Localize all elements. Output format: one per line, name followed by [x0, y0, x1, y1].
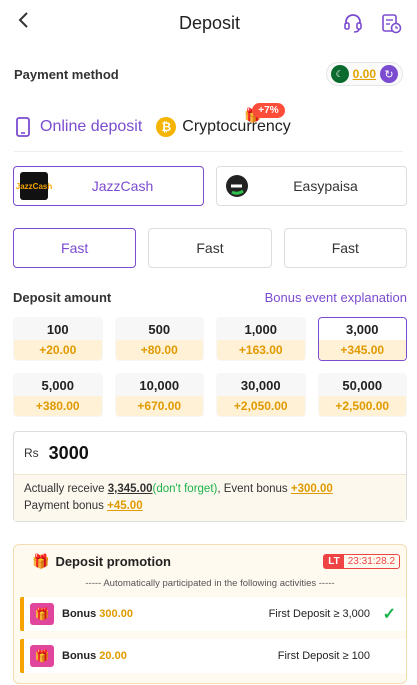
promotion-title: Deposit promotion	[55, 554, 171, 569]
amount-bonus: +80.00	[115, 340, 203, 360]
amount-bonus: +345.00	[318, 340, 406, 360]
tab-online-deposit[interactable]: Online deposit	[14, 116, 156, 138]
phone-icon	[16, 116, 30, 137]
deposit-promotion-card: 🎁 Deposit promotion LT 23:31:28.2 ----- …	[13, 544, 407, 684]
amount-option[interactable]: 1,000 +163.00	[216, 317, 306, 361]
amount-option[interactable]: 30,000 +2,050.00	[216, 373, 306, 417]
row-bonus-label: Bonus	[62, 608, 97, 620]
promotion-row: 🎁 Bonus 300.00 First Deposit ≥ 3,000 ✓	[20, 597, 406, 631]
amount-value: 30,000	[240, 377, 281, 393]
speed-option[interactable]: Fast	[13, 228, 137, 268]
tab-cryptocurrency-label: Cryptocurrency	[182, 117, 291, 135]
receive-amount: 3,345.00	[107, 483, 153, 495]
amount-bonus: +20.00	[14, 340, 102, 360]
headset-icon	[344, 14, 362, 33]
crypto-bonus-badge: +7%	[252, 102, 285, 118]
history-button[interactable]	[379, 11, 403, 35]
payment-bonus-prefix: Payment bonus	[24, 500, 108, 512]
history-icon	[382, 14, 402, 34]
tab-online-deposit-label: Online deposit	[40, 117, 143, 135]
balance-value: 0.00	[352, 67, 376, 81]
refresh-icon[interactable]: ↻	[380, 65, 398, 83]
amount-option[interactable]: 5,000 +380.00	[13, 373, 103, 417]
support-button[interactable]	[341, 11, 365, 35]
amount-option[interactable]: 500 +80.00	[114, 317, 204, 361]
amount-value: 50,000	[342, 377, 383, 393]
payment-method-label: Payment method	[14, 66, 119, 82]
amount-value: 100	[46, 321, 69, 337]
currency-label: Rs	[24, 446, 39, 460]
bonus-explanation-link[interactable]: Bonus event explanation	[265, 290, 407, 305]
event-bonus-value: +300.00	[290, 483, 333, 495]
row-condition: First Deposit ≥ 3,000	[268, 608, 370, 620]
amount-value: 10,000	[139, 377, 180, 393]
row-bonus-value: 300.00	[99, 608, 133, 620]
amount-value: 3,000	[345, 321, 379, 337]
amount-bonus: +380.00	[14, 396, 102, 416]
jazzcash-logo: JazzCash	[16, 172, 52, 200]
receive-prefix: Actually receive	[24, 483, 108, 495]
method-easypaisa-label: Easypaisa	[293, 178, 358, 194]
receive-note: (don't forget)	[152, 483, 218, 495]
timer-value: 23:31:28.2	[347, 556, 395, 567]
deposit-tabs: Online deposit ₿ Cryptocurrency 🎁 +7%	[14, 102, 403, 152]
promotion-row: 🎁 Bonus 20.00 First Deposit ≥ 100	[20, 639, 406, 673]
amount-option[interactable]: 10,000 +670.00	[114, 373, 204, 417]
speed-option[interactable]: Fast	[148, 228, 272, 268]
promotion-note: ----- Automatically participated in the …	[85, 578, 335, 589]
payment-bonus-value: +45.00	[107, 500, 143, 512]
gift-icon: 🎁	[32, 553, 50, 569]
page-title: Deposit	[178, 12, 241, 33]
method-easypaisa[interactable]: Easypaisa	[216, 166, 407, 206]
amount-input[interactable]	[48, 442, 349, 464]
speed-option[interactable]: Fast	[283, 228, 407, 268]
method-jazzcash[interactable]: JazzCash JazzCash	[13, 166, 204, 206]
row-condition: First Deposit ≥ 100	[277, 650, 370, 662]
deposit-amount-box: Rs Actually receive 3,345.00(don't forge…	[13, 431, 407, 522]
promotion-timer: LT 23:31:28.2	[323, 554, 400, 569]
amount-value: 500	[148, 321, 171, 337]
receive-summary: Actually receive 3,345.00(don't forget),…	[14, 474, 406, 521]
amount-grid: 100 +20.00 500 +80.00 1,000 +163.00 3,000 +3…	[0, 305, 417, 417]
back-button[interactable]	[14, 10, 38, 36]
amount-option-selected[interactable]: 3,000 +345.00	[317, 317, 407, 361]
amount-value: 1,000	[244, 321, 278, 337]
bitcoin-icon: ₿	[156, 116, 177, 137]
amount-value: 5,000	[41, 377, 75, 393]
top-bar: Deposit	[0, 0, 417, 46]
row-bonus-label: Bonus	[62, 650, 97, 662]
amount-option[interactable]: 100 +20.00	[13, 317, 103, 361]
check-icon: ✓	[382, 606, 396, 623]
row-bonus-value: 20.00	[99, 650, 127, 662]
event-bonus-prefix: , Event bonus	[217, 483, 291, 495]
amount-bonus: +2,050.00	[217, 396, 305, 416]
amount-option[interactable]: 50,000 +2,500.00	[317, 373, 407, 417]
method-jazzcash-label: JazzCash	[91, 178, 154, 194]
balance-pill: ☾ 0.00 ↻	[325, 62, 403, 86]
gift-box-icon: 🎁	[30, 603, 54, 625]
easypaisa-logo	[223, 172, 251, 200]
amount-bonus: +670.00	[115, 396, 203, 416]
amount-bonus: +2,500.00	[318, 396, 406, 416]
pakistan-flag-icon: ☾	[330, 65, 349, 83]
chevron-left-icon	[18, 12, 28, 28]
deposit-amount-label: Deposit amount	[13, 290, 112, 305]
timer-tag: LT	[324, 555, 344, 568]
amount-bonus: +163.00	[217, 340, 305, 360]
tab-cryptocurrency[interactable]: ₿ Cryptocurrency 🎁 +7%	[156, 102, 304, 137]
gift-box-icon: 🎁	[30, 645, 54, 667]
